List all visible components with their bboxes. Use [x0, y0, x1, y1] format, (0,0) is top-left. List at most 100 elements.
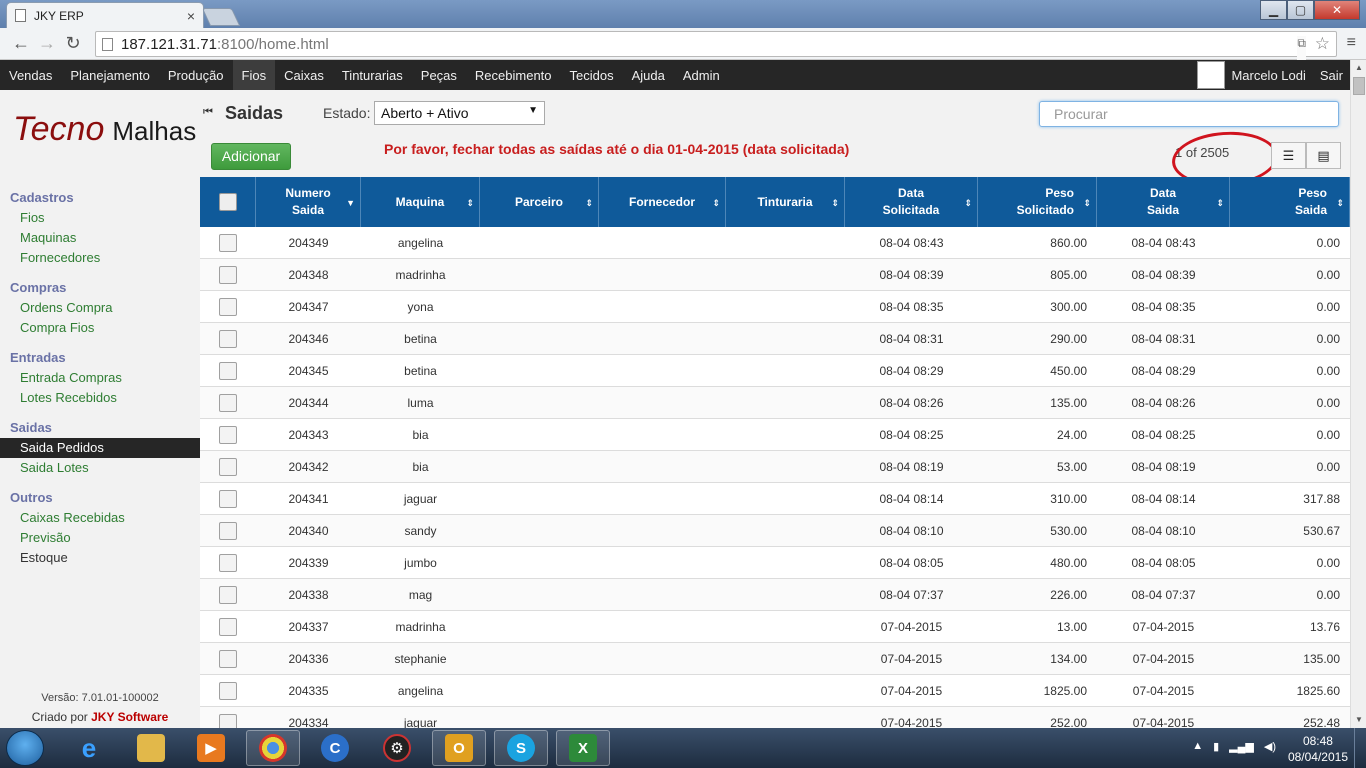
app-icon[interactable]: ⚙ — [370, 730, 424, 766]
tray-arrow-icon[interactable]: ▲ — [1192, 740, 1203, 753]
menu-vendas[interactable]: Vendas — [0, 60, 61, 90]
table-row[interactable]: 204338 mag 08-04 07:37 226.00 08-04 07:37 0.0… — [200, 579, 1350, 611]
explorer-icon[interactable] — [124, 730, 178, 766]
row-checkbox[interactable] — [219, 329, 237, 348]
media-player-icon[interactable]: ▶ — [184, 730, 238, 766]
row-checkbox[interactable] — [219, 393, 237, 412]
row-checkbox[interactable] — [219, 425, 237, 444]
row-checkbox[interactable] — [219, 489, 237, 508]
network-icon[interactable]: ▂▄▆ — [1229, 740, 1254, 753]
page-scrollbar[interactable]: ▲ ▼ — [1350, 60, 1366, 728]
chrome-icon[interactable] — [246, 730, 300, 766]
scroll-up-icon[interactable]: ▲ — [1351, 60, 1366, 76]
search-input[interactable]: Procurar — [1039, 101, 1339, 127]
sidebar-item-compra-fios[interactable]: Compra Fios — [0, 318, 200, 338]
sidebar-item-maquinas[interactable]: Maquinas — [0, 228, 200, 248]
table-row[interactable]: 204334 jaguar 07-04-2015 252.00 07-04-2015 25… — [200, 707, 1350, 728]
table-row[interactable]: 204348 madrinha 08-04 08:39 805.00 08-04 08:… — [200, 259, 1350, 291]
credit-link[interactable]: JKY Software — [91, 710, 168, 724]
col-peso-solicitado[interactable]: Peso Solicitado ⇕ — [978, 177, 1097, 227]
col-parceiro[interactable]: Parceiro ⇕ — [480, 177, 599, 227]
collapse-sidebar-icon[interactable]: ⏮ — [203, 106, 213, 119]
skype-icon[interactable]: S — [494, 730, 548, 766]
forward-arrow-icon[interactable]: → — [34, 31, 60, 57]
reload-icon[interactable]: ↻ — [60, 31, 86, 57]
close-window-button[interactable]: ✕ — [1314, 0, 1360, 20]
minimize-button[interactable]: ▁ — [1260, 0, 1287, 20]
row-checkbox[interactable] — [219, 265, 237, 284]
battery-icon[interactable]: ▮ — [1213, 740, 1219, 753]
estado-select[interactable]: Aberto + Ativo ▼ — [374, 101, 545, 125]
sidebar-item-saida-pedidos[interactable]: Saida Pedidos — [0, 438, 200, 458]
add-button[interactable]: Adicionar — [211, 143, 291, 170]
col-numero-saida[interactable]: Numero Saida ▼ — [256, 177, 361, 227]
menu-recebimento[interactable]: Recebimento — [466, 60, 561, 90]
ie-icon[interactable]: e — [62, 730, 116, 766]
col-data-solicitada[interactable]: Data Solicitada ⇕ — [845, 177, 978, 227]
col-maquina[interactable]: Maquina ⇕ — [361, 177, 480, 227]
excel-icon[interactable]: X — [556, 730, 610, 766]
menu-admin[interactable]: Admin — [674, 60, 729, 90]
table-row[interactable]: 204343 bia 08-04 08:25 24.00 08-04 08:25 0.00 — [200, 419, 1350, 451]
menu-planejamento[interactable]: Planejamento — [61, 60, 159, 90]
scroll-thumb[interactable] — [1353, 77, 1365, 95]
page-info-icon[interactable] — [102, 37, 113, 51]
row-checkbox[interactable] — [219, 553, 237, 572]
table-row[interactable]: 204341 jaguar 08-04 08:14 310.00 08-04 08:14… — [200, 483, 1350, 515]
select-all-checkbox[interactable] — [218, 193, 237, 211]
menu-producao[interactable]: Produção — [159, 60, 233, 90]
table-row[interactable]: 204340 sandy 08-04 08:10 530.00 08-04 08:10 5… — [200, 515, 1350, 547]
ccleaner-icon[interactable]: C — [308, 730, 362, 766]
sidebar-item-ordens-compra[interactable]: Ordens Compra — [0, 298, 200, 318]
row-checkbox[interactable] — [219, 681, 237, 700]
new-tab-button[interactable] — [201, 8, 241, 26]
table-row[interactable]: 204337 madrinha 07-04-2015 13.00 07-04-2015 1… — [200, 611, 1350, 643]
row-checkbox[interactable] — [219, 521, 237, 540]
table-row[interactable]: 204349 angelina 08-04 08:43 860.00 08-04 08:… — [200, 227, 1350, 259]
row-checkbox[interactable] — [219, 297, 237, 316]
clock[interactable]: 08:48 08/04/2015 — [1288, 733, 1348, 765]
volume-icon[interactable]: ◀) — [1264, 740, 1276, 753]
menu-fios[interactable]: Fios — [232, 60, 276, 90]
row-checkbox[interactable] — [219, 617, 237, 636]
table-row[interactable]: 204339 jumbo 08-04 08:05 480.00 08-04 08:05 0… — [200, 547, 1350, 579]
list-view-icon[interactable]: ☰ — [1271, 142, 1306, 169]
sidebar-item-estoque[interactable]: Estoque — [0, 548, 200, 568]
row-checkbox[interactable] — [219, 233, 237, 252]
sidebar-item-previsao[interactable]: Previsão — [0, 528, 200, 548]
col-data-saida[interactable]: Data Saida ⇕ — [1097, 177, 1230, 227]
table-row[interactable]: 204345 betina 08-04 08:29 450.00 08-04 08:29… — [200, 355, 1350, 387]
table-row[interactable]: 204346 betina 08-04 08:31 290.00 08-04 08:31… — [200, 323, 1350, 355]
col-fornecedor[interactable]: Fornecedor ⇕ — [599, 177, 726, 227]
maximize-button[interactable]: ▢ — [1287, 0, 1314, 20]
back-arrow-icon[interactable]: ← — [8, 31, 34, 57]
outlook-icon[interactable]: O — [432, 730, 486, 766]
row-checkbox[interactable] — [219, 649, 237, 668]
table-row[interactable]: 204344 luma 08-04 08:26 135.00 08-04 08:26 0.… — [200, 387, 1350, 419]
menu-tinturarias[interactable]: Tinturarias — [333, 60, 412, 90]
menu-caixas[interactable]: Caixas — [275, 60, 333, 90]
sidebar-item-entrada-compras[interactable]: Entrada Compras — [0, 368, 200, 388]
show-desktop-button[interactable] — [1354, 728, 1366, 768]
logout-link[interactable]: Sair — [1320, 68, 1350, 83]
form-view-icon[interactable]: ▤ — [1306, 142, 1341, 169]
address-bar[interactable]: 187.121.31.71:8100/home.html ⧉ ☆ — [95, 31, 1337, 68]
row-checkbox[interactable] — [219, 457, 237, 476]
menu-pecas[interactable]: Peças — [412, 60, 466, 90]
tab-close-icon[interactable]: × — [187, 8, 195, 24]
col-peso-saida[interactable]: Peso Saida ⇕ — [1230, 177, 1350, 227]
table-row[interactable]: 204336 stephanie 07-04-2015 134.00 07-04-201… — [200, 643, 1350, 675]
sidebar-item-saida-lotes[interactable]: Saida Lotes — [0, 458, 200, 478]
row-checkbox[interactable] — [219, 361, 237, 380]
table-row[interactable]: 204347 yona 08-04 08:35 300.00 08-04 08:35 0.… — [200, 291, 1350, 323]
sidebar-item-caixas-recebidas[interactable]: Caixas Recebidas — [0, 508, 200, 528]
col-tinturaria[interactable]: Tinturaria ⇕ — [726, 177, 845, 227]
table-row[interactable]: 204342 bia 08-04 08:19 53.00 08-04 08:19 0.00 — [200, 451, 1350, 483]
browser-tab[interactable]: JKY ERP × — [6, 2, 204, 28]
scroll-down-icon[interactable]: ▼ — [1351, 712, 1366, 728]
bookmark-star-icon[interactable]: ☆ — [1315, 34, 1330, 54]
row-checkbox[interactable] — [219, 585, 237, 604]
table-row[interactable]: 204335 angelina 07-04-2015 1825.00 07-04-201… — [200, 675, 1350, 707]
start-button[interactable] — [6, 730, 44, 766]
sidebar-item-fios[interactable]: Fios — [0, 208, 200, 228]
